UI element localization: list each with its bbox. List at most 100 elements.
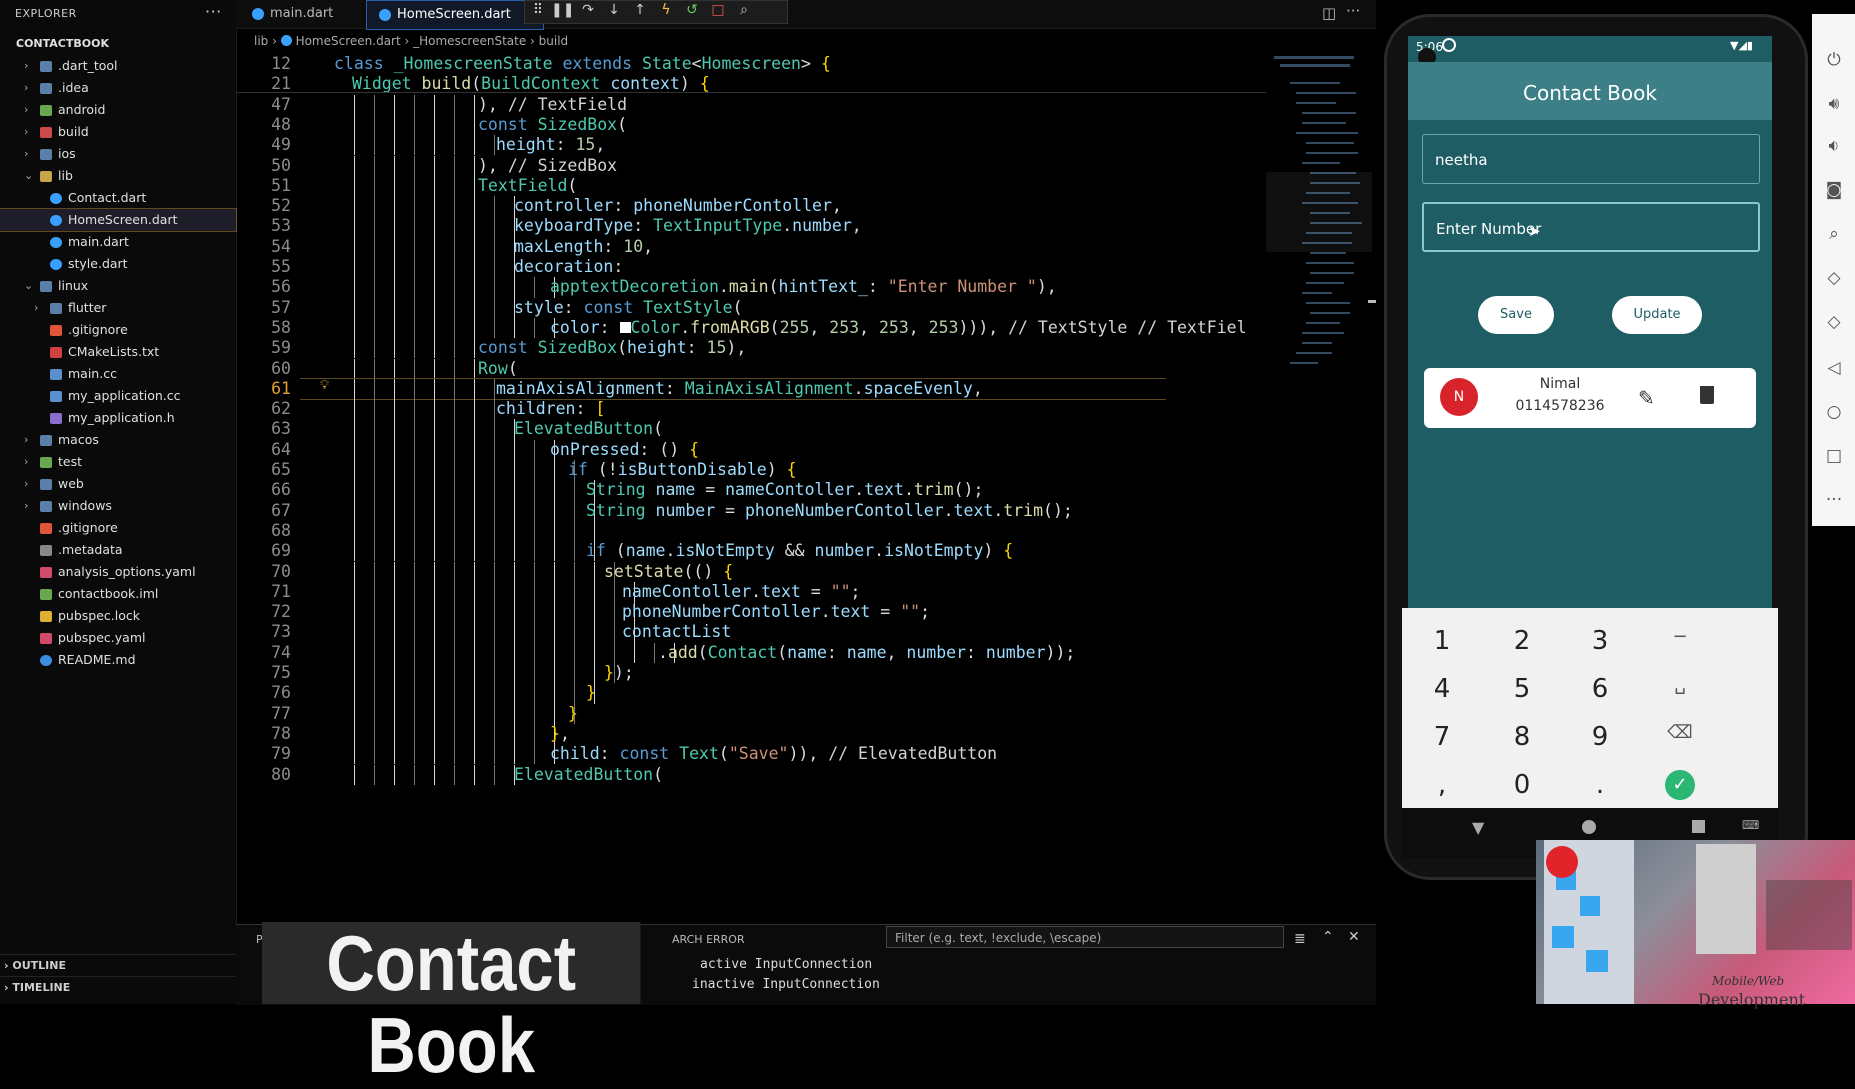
back-icon[interactable]: ▼ bbox=[1472, 818, 1484, 837]
key-0[interactable]: 0 bbox=[1492, 770, 1552, 800]
tree-item[interactable]: › macos bbox=[0, 429, 236, 451]
chevron-down-icon[interactable]: ⌄ bbox=[24, 165, 36, 187]
tree-item[interactable]: analysis_options.yaml bbox=[0, 561, 236, 583]
camera-icon[interactable]: ◙ bbox=[1824, 180, 1844, 200]
home-icon[interactable] bbox=[1582, 820, 1596, 834]
restart-icon[interactable]: ↺ bbox=[681, 2, 703, 18]
key-3[interactable]: 3 bbox=[1570, 626, 1630, 656]
lightbulb-icon[interactable]: 💡︎ bbox=[320, 378, 329, 393]
key-2[interactable]: 2 bbox=[1492, 626, 1552, 656]
tab-main-dart[interactable]: main.dart bbox=[240, 0, 364, 28]
rotate-left-icon[interactable]: ◇ bbox=[1824, 268, 1844, 288]
chevron-right-icon[interactable]: › bbox=[24, 55, 36, 77]
key-7[interactable]: 7 bbox=[1412, 722, 1472, 752]
more-actions-icon[interactable]: ··· bbox=[205, 2, 222, 21]
chevron-right-icon[interactable]: › bbox=[24, 77, 36, 99]
tree-item[interactable]: HomeScreen.dart bbox=[0, 208, 237, 232]
stop-icon[interactable]: □ bbox=[707, 2, 729, 18]
edit-icon[interactable]: ✎ bbox=[1638, 386, 1655, 410]
key-−[interactable]: − bbox=[1650, 626, 1710, 647]
debug-filter-input[interactable]: Filter (e.g. text, !exclude, \escape) bbox=[886, 926, 1284, 948]
chevron-right-icon[interactable]: › bbox=[24, 99, 36, 121]
tree-item[interactable]: my_application.h bbox=[0, 407, 236, 429]
timeline-section[interactable]: › TIMELINE bbox=[0, 976, 236, 999]
tree-item[interactable]: › flutter bbox=[0, 297, 236, 319]
key-9[interactable]: 9 bbox=[1570, 722, 1630, 752]
number-field[interactable]: Enter Number bbox=[1422, 202, 1760, 252]
key-done[interactable]: ✓ bbox=[1665, 770, 1695, 800]
tree-item[interactable]: › android bbox=[0, 99, 236, 121]
tree-item[interactable]: ⌄ linux bbox=[0, 275, 236, 297]
key-6[interactable]: 6 bbox=[1570, 674, 1630, 704]
minimap[interactable] bbox=[1266, 52, 1376, 732]
chevron-down-icon[interactable]: ⌄ bbox=[24, 275, 36, 297]
tree-item[interactable]: main.cc bbox=[0, 363, 236, 385]
rotate-right-icon[interactable]: ◇ bbox=[1824, 312, 1844, 332]
tree-item[interactable]: style.dart bbox=[0, 253, 236, 275]
key-4[interactable]: 4 bbox=[1412, 674, 1472, 704]
tab-homescreen-dart[interactable]: HomeScreen.dart × bbox=[366, 0, 544, 30]
chevron-right-icon[interactable]: › bbox=[24, 429, 36, 451]
step-into-icon[interactable]: ↓ bbox=[603, 2, 625, 18]
save-button[interactable]: Save bbox=[1478, 296, 1554, 334]
tree-item[interactable]: › web bbox=[0, 473, 236, 495]
breadcrumb-class[interactable]: _HomescreenState bbox=[413, 34, 526, 48]
breadcrumb-file[interactable]: HomeScreen.dart bbox=[296, 34, 401, 48]
pause-icon[interactable]: ❚❚ bbox=[551, 2, 574, 18]
step-out-icon[interactable]: ↑ bbox=[629, 2, 651, 18]
tree-item[interactable]: › windows bbox=[0, 495, 236, 517]
tree-item[interactable]: ⌄ CONTACTBOOK bbox=[0, 33, 236, 55]
tree-item[interactable]: ⌄ lib bbox=[0, 165, 236, 187]
tree-item[interactable]: › test bbox=[0, 451, 236, 473]
tree-item[interactable]: pubspec.yaml bbox=[0, 627, 236, 649]
close-panel-icon[interactable]: ✕ bbox=[1348, 929, 1360, 945]
outline-section[interactable]: › OUTLINE bbox=[0, 954, 236, 977]
key-5[interactable]: 5 bbox=[1492, 674, 1552, 704]
back-icon[interactable]: ◁ bbox=[1824, 358, 1844, 378]
more-icon[interactable]: ··· bbox=[1824, 490, 1844, 510]
key-space[interactable]: ␣ bbox=[1650, 674, 1710, 695]
tree-item[interactable]: Contact.dart bbox=[0, 187, 236, 209]
key-1[interactable]: 1 bbox=[1412, 626, 1472, 656]
keyboard-switch-icon[interactable]: ⌨ bbox=[1742, 818, 1759, 832]
tree-item[interactable]: › ios bbox=[0, 143, 236, 165]
zoom-icon[interactable]: ⌕ bbox=[1824, 224, 1844, 244]
chevron-right-icon[interactable]: › bbox=[24, 473, 36, 495]
breadcrumb-method[interactable]: build bbox=[539, 34, 569, 48]
key-,[interactable]: , bbox=[1412, 770, 1472, 800]
update-button[interactable]: Update bbox=[1612, 296, 1702, 334]
chevron-right-icon[interactable]: › bbox=[34, 297, 46, 319]
list-icon[interactable]: ≣ bbox=[1294, 931, 1306, 947]
tree-item[interactable]: .gitignore bbox=[0, 517, 236, 539]
overview-icon[interactable]: □ bbox=[1824, 446, 1844, 466]
tree-item[interactable]: my_application.cc bbox=[0, 385, 236, 407]
tree-item[interactable]: › build bbox=[0, 121, 236, 143]
tree-item[interactable]: › .dart_tool bbox=[0, 55, 236, 77]
volume-down-icon[interactable]: 🔉︎ bbox=[1824, 136, 1844, 156]
tree-item[interactable]: README.md bbox=[0, 649, 236, 671]
tree-item[interactable]: CMakeLists.txt bbox=[0, 341, 236, 363]
inspect-icon[interactable]: ⌕ bbox=[733, 2, 755, 18]
step-over-icon[interactable]: ↷ bbox=[577, 2, 599, 18]
recents-icon[interactable] bbox=[1692, 820, 1705, 833]
delete-icon[interactable] bbox=[1700, 386, 1714, 404]
breadcrumb-lib[interactable]: lib bbox=[254, 34, 268, 48]
power-icon[interactable]: ⏻ bbox=[1824, 50, 1844, 70]
tree-item[interactable]: contactbook.iml bbox=[0, 583, 236, 605]
chevron-up-icon[interactable]: ⌃ bbox=[1322, 929, 1334, 945]
drag-handle-icon[interactable]: ⠿ bbox=[527, 2, 549, 18]
key-8[interactable]: 8 bbox=[1492, 722, 1552, 752]
hot-reload-icon[interactable]: ϟ bbox=[655, 2, 677, 18]
more-actions-icon[interactable]: ··· bbox=[1346, 2, 1360, 20]
panel-tab-search-error[interactable]: ARCH ERROR bbox=[672, 933, 745, 946]
key-.[interactable]: . bbox=[1570, 770, 1630, 800]
tree-item[interactable]: › .idea bbox=[0, 77, 236, 99]
split-editor-icon[interactable]: ◫ bbox=[1322, 4, 1336, 22]
code-editor[interactable]: 12 class _HomescreenState extends State<H… bbox=[236, 52, 1266, 924]
volume-up-icon[interactable]: 🔊︎ bbox=[1824, 94, 1844, 114]
chevron-right-icon[interactable]: › bbox=[24, 451, 36, 473]
tree-item[interactable]: pubspec.lock bbox=[0, 605, 236, 627]
chevron-right-icon[interactable]: › bbox=[24, 143, 36, 165]
chevron-right-icon[interactable]: › bbox=[24, 495, 36, 517]
home-icon[interactable]: ○ bbox=[1824, 402, 1844, 422]
